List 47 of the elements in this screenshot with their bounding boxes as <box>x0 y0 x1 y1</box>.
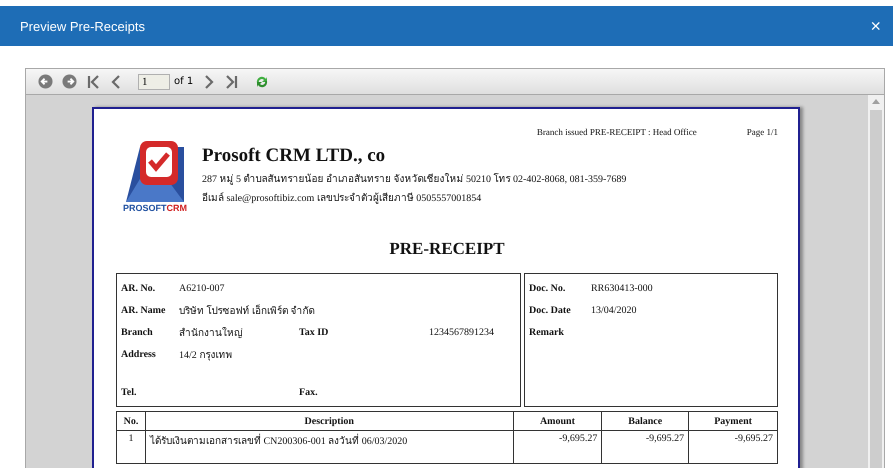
column-header: Description <box>145 412 514 430</box>
field-label: AR. Name <box>121 304 166 316</box>
field-label: Branch <box>121 326 154 338</box>
column-header: Balance <box>602 412 689 430</box>
forward-icon[interactable] <box>62 74 77 89</box>
field-value: RR630413-000 <box>591 282 654 294</box>
table-cell: -9,695.27 <box>513 430 602 464</box>
field-label: Fax. <box>299 386 319 398</box>
field-label: Remark <box>529 326 565 338</box>
column-header: Payment <box>688 412 778 430</box>
field-label: Address <box>121 348 157 360</box>
field-value: A6210-007 <box>179 282 226 294</box>
field-label: Tax ID <box>299 326 330 338</box>
table-cell: -9,695.27 <box>688 430 778 464</box>
logo-text: PROSOFTCRM <box>122 203 187 213</box>
document-title: PRE-RECEIPT <box>388 239 506 259</box>
field-label: Tel. <box>121 386 138 398</box>
back-icon[interactable] <box>38 74 53 89</box>
field-value: 1234567891234 <box>429 326 495 338</box>
last-page-icon[interactable] <box>225 74 240 90</box>
company-name: Prosoft CRM LTD., co <box>202 145 386 167</box>
field-value: บริษัท โปรซอฟท์ เอ็กเพิร์ต จำกัด <box>179 303 316 318</box>
scroll-thumb[interactable] <box>870 110 882 468</box>
column-header: Amount <box>513 412 602 430</box>
field-value: สำนักงานใหญ่ <box>179 326 244 340</box>
table-cell: 1 <box>116 430 146 464</box>
page-count: of 1 <box>174 76 194 87</box>
scroll-up-icon[interactable] <box>872 99 880 104</box>
scrollbar[interactable] <box>868 95 884 468</box>
window-title: Preview Pre-Receipts <box>20 18 145 34</box>
field-value: 13/04/2020 <box>591 304 638 316</box>
page-indicator: Page 1/1 <box>746 127 778 137</box>
company-address: อีเมล์ sale@prosoftibiz.com เลขประจำตัวผู้เสียภาษี 0505557001854 <box>202 191 482 205</box>
field-label: Doc. Date <box>529 304 572 316</box>
branch-issued-text: Branch issued PRE-RECEIPT : Head Office <box>536 127 697 137</box>
table-cell: ได้รับเงินตามเอกสารเลขที่ CN200306-001 ลงวันที่ 06/03/2020 <box>145 430 514 464</box>
company-address: 287 หมู่ 5 ตำบลสันทรายน้อย อำเภอสันทราย จังหวัดเชียงใหม่ 50210 โทร 02-402-8068, 081-359-7689 <box>202 172 626 186</box>
page-number-field[interactable]: 1 <box>138 74 170 90</box>
table-cell: -9,695.27 <box>602 430 689 464</box>
previous-page-icon[interactable] <box>109 74 123 90</box>
first-page-icon[interactable] <box>86 74 100 90</box>
next-page-icon[interactable] <box>202 74 216 90</box>
column-header: No. <box>116 412 146 430</box>
close-button[interactable]: × <box>868 16 883 36</box>
field-label: Doc. No. <box>529 282 566 294</box>
field-label: AR. No. <box>121 282 156 294</box>
field-value: 14/2 กรุงเทพ <box>179 348 234 362</box>
